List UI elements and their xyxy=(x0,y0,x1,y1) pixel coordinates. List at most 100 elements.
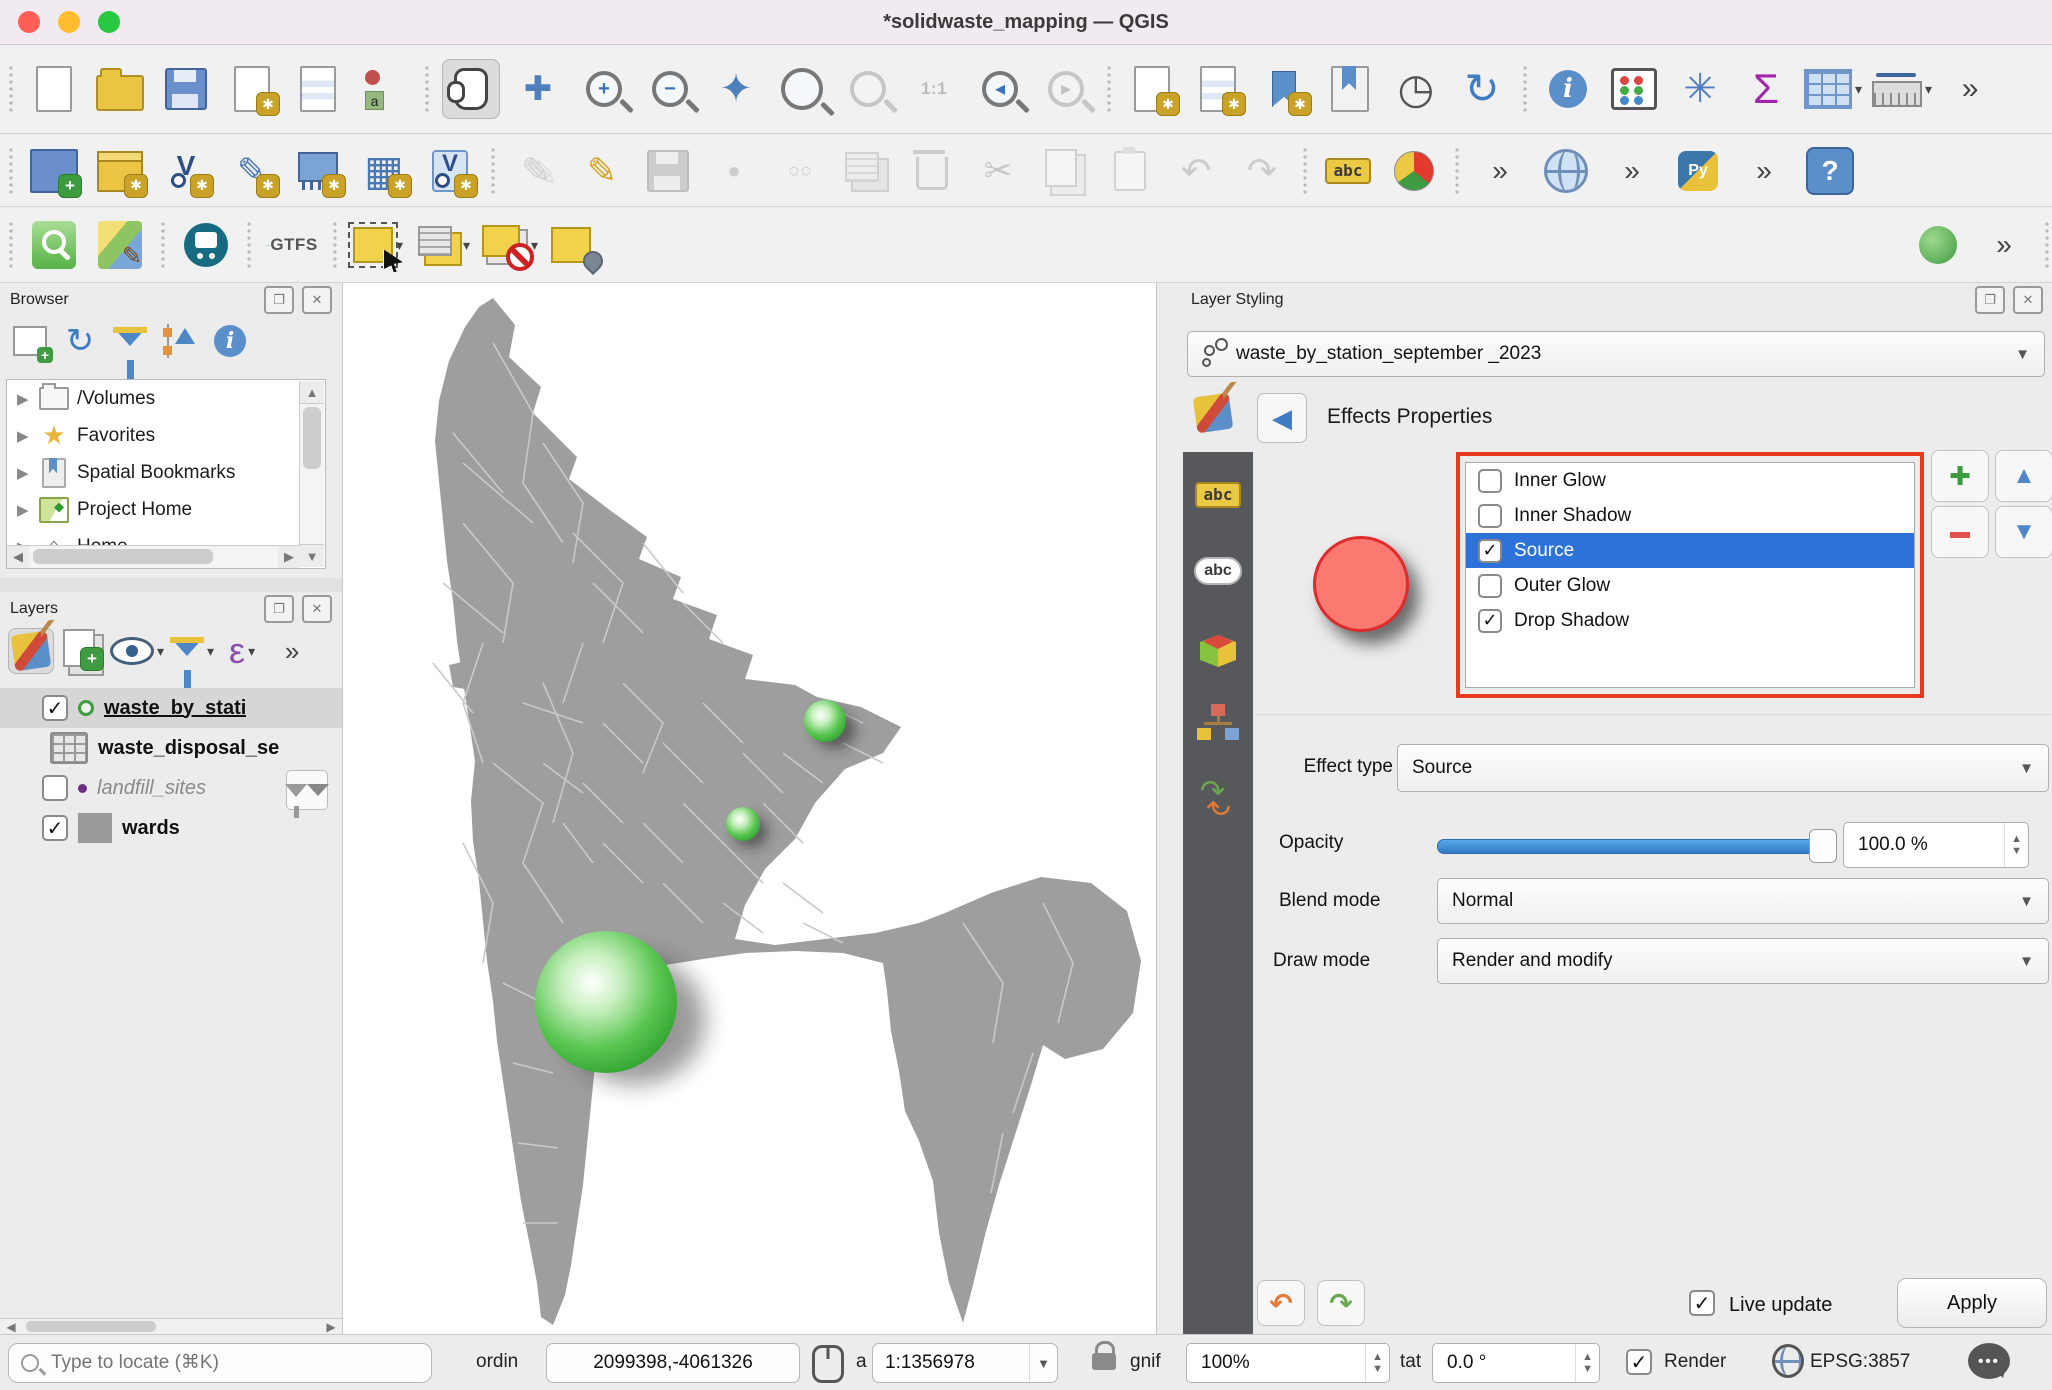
scrollbar-thumb[interactable] xyxy=(303,407,321,469)
new-project-button[interactable] xyxy=(26,60,82,118)
map-canvas[interactable] xyxy=(342,283,1157,1334)
dropdown-arrow-icon[interactable]: ▾ xyxy=(1925,81,1932,98)
new-quill-layer-button[interactable]: ✎✱ xyxy=(224,142,280,200)
live-update-checkbox[interactable]: ✓ xyxy=(1689,1290,1715,1316)
new-mesh-layer-button[interactable]: ✱ xyxy=(290,142,346,200)
opacity-slider[interactable] xyxy=(1437,839,1825,854)
move-effect-down-button[interactable]: ▼ xyxy=(1995,506,2052,558)
effect-type-combo[interactable]: Source ▼ xyxy=(1397,744,2049,792)
toolbar-extension-button[interactable]: » xyxy=(1604,142,1660,200)
gtfs-plugin-button[interactable]: GTFS xyxy=(264,216,320,274)
new-geopackage-layer-button[interactable]: ✱ xyxy=(92,142,148,200)
dropdown-arrow-icon[interactable]: ▾ xyxy=(248,643,255,660)
mask-tab[interactable]: abc xyxy=(1191,546,1245,596)
dropdown-arrow-icon[interactable]: ▾ xyxy=(396,237,403,254)
layer-row-wards[interactable]: ✓wards xyxy=(0,808,342,848)
blend-mode-combo[interactable]: Normal ▼ xyxy=(1437,878,2049,924)
layer-row-landfill-sites[interactable]: landfill_sites xyxy=(0,768,342,808)
spinner-arrows[interactable]: ▲▼ xyxy=(1365,1344,1389,1382)
move-effect-up-button[interactable]: ▲ xyxy=(1995,450,2052,502)
undo-style-button[interactable]: ↶ xyxy=(1257,1280,1305,1326)
zoom-last-button[interactable]: ◂ xyxy=(972,60,1028,118)
effect-row-inner-shadow[interactable]: Inner Shadow xyxy=(1466,498,1914,533)
browser-vertical-scrollbar[interactable]: ▲ ▼ xyxy=(299,381,324,567)
add-effect-button[interactable]: ✚ xyxy=(1931,450,1989,502)
layer-row-waste-by-stati[interactable]: ✓waste_by_stati xyxy=(0,688,342,728)
float-panel-icon[interactable]: ❐ xyxy=(264,286,294,314)
opacity-slider-handle[interactable] xyxy=(1809,829,1837,863)
scroll-up-icon[interactable]: ▲ xyxy=(300,381,324,404)
scroll-left-icon[interactable]: ◀ xyxy=(7,546,29,568)
identify-features-button[interactable]: i xyxy=(1540,60,1596,118)
lock-scale-icon[interactable] xyxy=(1092,1353,1116,1370)
add-group-button[interactable]: + xyxy=(60,629,104,673)
browser-item--volumes[interactable]: ▶/Volumes xyxy=(7,380,325,417)
extent-tracker-icon[interactable] xyxy=(812,1345,844,1383)
plugin-button[interactable] xyxy=(1910,216,1966,274)
effect-enabled-checkbox[interactable]: ✓ xyxy=(1478,539,1502,563)
new-map-view-button[interactable]: ✱ xyxy=(1124,60,1180,118)
new-print-layout-button[interactable]: ✱ xyxy=(224,60,280,118)
toolbar-extension-button[interactable]: » xyxy=(1472,142,1528,200)
scroll-right-icon[interactable]: ▶ xyxy=(320,1319,342,1335)
filter-browser-button[interactable] xyxy=(108,319,152,363)
zoom-full-extent-button[interactable]: ✦ xyxy=(708,60,764,118)
toolbar-extension-button[interactable]: » xyxy=(1736,142,1792,200)
effect-row-drop-shadow[interactable]: ✓Drop Shadow xyxy=(1466,603,1914,638)
pan-to-selection-button[interactable]: ✚ xyxy=(510,60,566,118)
layer-select-combo[interactable]: waste_by_station_september _2023 ▼ xyxy=(1187,331,2045,377)
open-layer-styling-button[interactable] xyxy=(8,628,54,674)
show-statistics-button[interactable]: Σ xyxy=(1738,60,1794,118)
dropdown-arrow-icon[interactable]: ▾ xyxy=(157,643,164,660)
new-virtual-layer-button[interactable]: V✱ xyxy=(422,142,478,200)
close-panel-icon[interactable]: ✕ xyxy=(2013,286,2043,314)
scroll-down-icon[interactable]: ▼ xyxy=(300,544,324,567)
deselect-all-button[interactable]: ▾ xyxy=(482,216,538,274)
render-checkbox[interactable]: ✓ xyxy=(1626,1349,1652,1375)
effect-row-inner-glow[interactable]: Inner Glow xyxy=(1466,463,1914,498)
select-by-location-button[interactable] xyxy=(548,216,604,274)
refresh-map-button[interactable]: ↻ xyxy=(1454,60,1510,118)
browser-item-project-home[interactable]: ▶Project Home xyxy=(7,491,325,528)
crs-globe-icon[interactable] xyxy=(1772,1345,1804,1377)
magnifier-spinbox[interactable]: 100% ▲▼ xyxy=(1186,1343,1390,1383)
metasearch-button[interactable] xyxy=(1538,142,1594,200)
locate-search-box[interactable] xyxy=(8,1343,432,1383)
diagrams-tab[interactable] xyxy=(1191,698,1245,748)
apply-button[interactable]: Apply xyxy=(1897,1278,2047,1328)
new-raster-layer-button[interactable]: ▦✱ xyxy=(356,142,412,200)
select-by-rectangle-button[interactable]: ▾ xyxy=(350,216,406,274)
layer-visibility-checkbox[interactable]: ✓ xyxy=(42,695,68,721)
add-selected-layers-button[interactable] xyxy=(8,319,52,363)
panel-splitter[interactable] xyxy=(0,578,342,592)
close-panel-icon[interactable]: ✕ xyxy=(302,286,332,314)
processing-toolbox-button[interactable]: ✳ xyxy=(1672,60,1728,118)
layers-horizontal-scrollbar[interactable]: ◀ ▶ xyxy=(0,1318,342,1335)
scrollbar-thumb[interactable] xyxy=(26,1321,156,1332)
rotation-spinbox[interactable]: 0.0 ° ▲▼ xyxy=(1432,1343,1600,1383)
attribute-table-button[interactable]: ▾ xyxy=(1804,60,1862,118)
browser-horizontal-scrollbar[interactable]: ◀ ▶ xyxy=(7,545,300,568)
zoom-in-button[interactable]: + xyxy=(576,60,632,118)
coordinate-box[interactable]: 2099398,-4061326 xyxy=(546,1343,800,1383)
draw-mode-combo[interactable]: Render and modify ▼ xyxy=(1437,938,2049,984)
zoom-to-layer-button[interactable] xyxy=(774,60,830,118)
dropdown-arrow-icon[interactable]: ▾ xyxy=(1855,81,1862,98)
view-3d-tab[interactable] xyxy=(1191,622,1245,672)
geocoder-search-button[interactable] xyxy=(26,216,82,274)
show-spatial-bookmarks-button[interactable] xyxy=(1322,60,1378,118)
transit-plugin-button[interactable] xyxy=(178,216,234,274)
filter-expression-button[interactable]: ε▾ xyxy=(220,629,264,673)
refresh-browser-button[interactable]: ↻ xyxy=(58,319,102,363)
pan-map-button[interactable] xyxy=(442,59,500,119)
expand-icon[interactable]: ▶ xyxy=(17,464,31,482)
labels-tab[interactable]: abc xyxy=(1191,470,1245,520)
toolbar-extension-button[interactable]: » xyxy=(1976,216,2032,274)
close-panel-icon[interactable]: ✕ xyxy=(302,595,332,623)
panel-extension-button[interactable]: » xyxy=(270,629,314,673)
browser-properties-button[interactable]: i xyxy=(208,319,252,363)
dropdown-arrow-icon[interactable]: ▾ xyxy=(207,643,214,660)
effect-enabled-checkbox[interactable]: ✓ xyxy=(1478,609,1502,633)
layer-filter-badge[interactable] xyxy=(286,770,328,810)
browser-item-spatial-bookmarks[interactable]: ▶Spatial Bookmarks xyxy=(7,454,325,491)
